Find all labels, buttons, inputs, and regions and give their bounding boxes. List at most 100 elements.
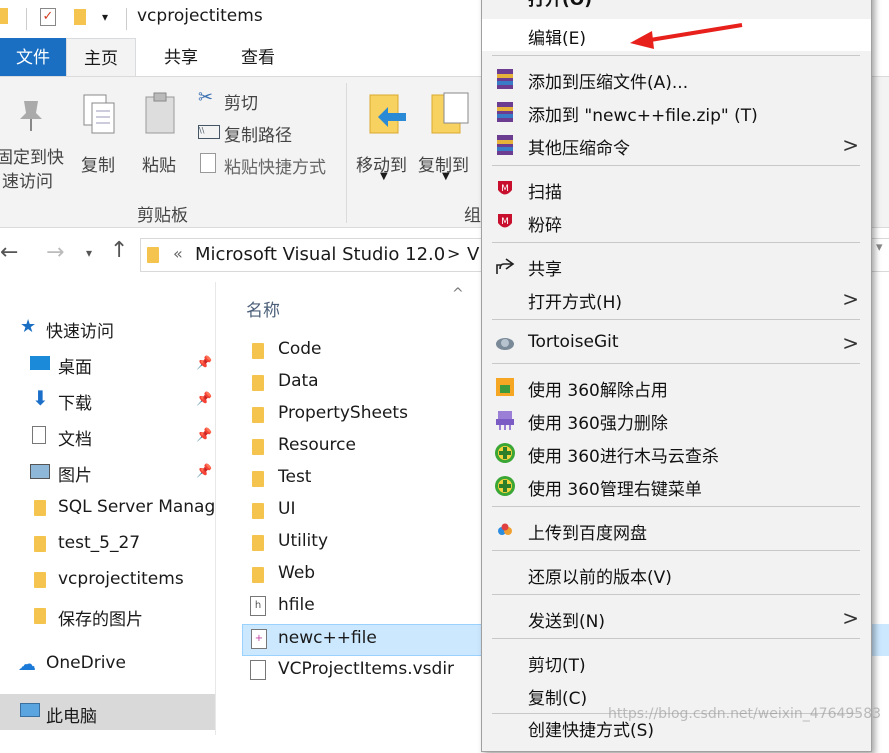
nav-item-pictures[interactable]: 图片 📌 bbox=[0, 458, 215, 488]
copy-button[interactable]: 复制 bbox=[78, 85, 124, 176]
menu-item-add-to-zip[interactable]: 添加到 "newc++file.zip" (T) bbox=[482, 96, 871, 128]
folder-icon bbox=[34, 608, 46, 624]
tortoisegit-icon bbox=[496, 338, 514, 350]
chevron-down-icon[interactable]: ▾ bbox=[876, 240, 889, 270]
list-item[interactable]: PropertySheets bbox=[242, 400, 482, 430]
menu-item-tortoisegit[interactable]: TortoiseGit > bbox=[482, 327, 871, 359]
menu-item-send-to[interactable]: 发送到(N) > bbox=[482, 602, 871, 634]
cut-button[interactable]: ✂ 剪切 bbox=[198, 87, 338, 114]
menu-item-edit[interactable]: 编辑(E) bbox=[482, 19, 871, 51]
list-item-selected[interactable]: + newc++file bbox=[242, 624, 482, 656]
recent-locations-icon[interactable]: ▾ bbox=[86, 246, 92, 260]
menu-item-create-shortcut[interactable]: 创建快捷方式(S) bbox=[482, 721, 871, 753]
document-icon bbox=[32, 426, 46, 444]
nav-item-this-pc[interactable]: 此电脑 bbox=[0, 694, 215, 730]
menu-label: 打开方式(H) bbox=[528, 293, 623, 313]
move-to-button[interactable]: 移动到 ▼ bbox=[354, 85, 414, 182]
list-item[interactable]: Test bbox=[242, 464, 482, 494]
list-item[interactable]: UI bbox=[242, 496, 482, 526]
360-plus-icon bbox=[495, 476, 515, 496]
breadcrumb-chevron[interactable]: > bbox=[447, 244, 460, 263]
tab-view[interactable]: 查看 bbox=[226, 38, 290, 76]
star-icon: ★ bbox=[20, 316, 37, 337]
tab-share[interactable]: 共享 bbox=[136, 38, 226, 76]
new-folder-icon[interactable] bbox=[74, 9, 86, 25]
nav-item-folder[interactable]: test_5_27 bbox=[0, 530, 215, 560]
nav-label: 图片 bbox=[58, 466, 92, 486]
pin-icon[interactable]: 📌 bbox=[196, 464, 212, 479]
menu-item-other-compress[interactable]: 其他压缩命令 > bbox=[482, 129, 871, 161]
selected-row-edge bbox=[870, 624, 889, 656]
menu-item-scan[interactable]: M 扫描 bbox=[482, 173, 871, 205]
folder-icon bbox=[147, 247, 159, 263]
breadcrumb-overflow[interactable]: « bbox=[173, 244, 183, 263]
breadcrumb-item[interactable]: V bbox=[467, 244, 479, 265]
tab-file[interactable]: 文件 bbox=[0, 38, 66, 76]
breadcrumb-item[interactable]: Microsoft Visual Studio 12.0 bbox=[195, 244, 445, 265]
move-to-icon bbox=[369, 94, 406, 134]
menu-item-add-to-archive[interactable]: 添加到压缩文件(A)... bbox=[482, 63, 871, 95]
list-item[interactable]: h hfile bbox=[242, 592, 482, 622]
menu-item-360-manage-menu[interactable]: 使用 360管理右键菜单 bbox=[482, 470, 871, 502]
menu-label: 使用 360管理右键菜单 bbox=[528, 480, 702, 500]
folder-icon bbox=[34, 572, 46, 588]
pin-icon[interactable]: 📌 bbox=[196, 392, 212, 407]
list-item[interactable]: VCProjectItems.vsdir bbox=[242, 656, 482, 686]
context-menu: 打开(O) 编辑(E) 添加到压缩文件(A)... 添加到 "newc++fil… bbox=[481, 0, 872, 752]
menu-item-cut[interactable]: 剪切(T) bbox=[482, 646, 871, 678]
nav-item-quick-access[interactable]: ★ 快速访问 bbox=[0, 314, 215, 344]
menu-item-upload-baidu[interactable]: 上传到百度网盘 bbox=[482, 514, 871, 546]
menu-item-360-unlock[interactable]: 使用 360解除占用 bbox=[482, 371, 871, 403]
copy-to-button[interactable]: 复制到 ▼ bbox=[416, 85, 478, 182]
file-icon bbox=[250, 660, 266, 680]
menu-separator bbox=[492, 550, 860, 551]
properties-icon[interactable]: ✓ bbox=[40, 8, 56, 26]
list-item[interactable]: Data bbox=[242, 368, 482, 398]
nav-label: 桌面 bbox=[58, 358, 92, 378]
nav-item-downloads[interactable]: ⬇ 下载 📌 bbox=[0, 386, 215, 416]
nav-item-onedrive[interactable]: ☁ OneDrive bbox=[0, 650, 215, 680]
chevron-down-icon: ▼ bbox=[380, 171, 388, 182]
back-icon[interactable]: ← bbox=[0, 240, 18, 265]
menu-item-360-trojan-scan[interactable]: 使用 360进行木马云查杀 bbox=[482, 437, 871, 469]
list-item[interactable]: Resource bbox=[242, 432, 482, 462]
folder-icon bbox=[252, 343, 264, 359]
nav-label: 此电脑 bbox=[46, 707, 97, 727]
menu-item-360-force-delete[interactable]: 使用 360强力删除 bbox=[482, 404, 871, 436]
list-item[interactable]: Code bbox=[242, 336, 482, 366]
file-name: Utility bbox=[278, 531, 329, 551]
pin-icon bbox=[20, 101, 42, 131]
menu-item-open-with[interactable]: 打开方式(H) > bbox=[482, 283, 871, 315]
pin-icon[interactable]: 📌 bbox=[196, 356, 212, 371]
nav-label: OneDrive bbox=[46, 653, 126, 673]
nav-item-folder[interactable]: SQL Server Manag bbox=[0, 494, 215, 524]
tab-home[interactable]: 主页 bbox=[66, 38, 136, 76]
nav-item-desktop[interactable]: 桌面 📌 bbox=[0, 350, 215, 380]
menu-item-restore-versions[interactable]: 还原以前的版本(V) bbox=[482, 558, 871, 590]
nav-item-folder[interactable]: 保存的图片 bbox=[0, 602, 215, 632]
menu-label: 打开(O) bbox=[528, 0, 592, 10]
winrar-icon bbox=[497, 102, 513, 122]
list-item[interactable]: Utility bbox=[242, 528, 482, 558]
copy-icon bbox=[83, 94, 115, 134]
menu-item-shred[interactable]: M 粉碎 bbox=[482, 206, 871, 238]
menu-label: 使用 360强力删除 bbox=[528, 414, 668, 434]
nav-item-folder[interactable]: vcprojectitems bbox=[0, 566, 215, 596]
share-icon bbox=[496, 258, 515, 274]
name-column-header[interactable]: 名称 ^ bbox=[246, 286, 476, 322]
menu-separator bbox=[492, 319, 860, 320]
menu-label: 剪切(T) bbox=[528, 656, 586, 676]
copy-path-icon: \\ bbox=[198, 125, 220, 139]
copy-path-button[interactable]: \\ 复制路径 bbox=[198, 119, 338, 146]
menu-item-share[interactable]: 共享 bbox=[482, 250, 871, 282]
forward-icon[interactable]: → bbox=[46, 240, 64, 265]
pin-icon[interactable]: 📌 bbox=[196, 428, 212, 443]
up-icon[interactable]: ↑ bbox=[110, 238, 128, 263]
list-item[interactable]: Web bbox=[242, 560, 482, 590]
nav-item-documents[interactable]: 文档 📌 bbox=[0, 422, 215, 452]
paste-button[interactable]: 粘贴 bbox=[138, 85, 188, 176]
pin-to-quick-access-button[interactable]: 固定到快 速访问 bbox=[0, 85, 72, 195]
customize-toolbar-icon[interactable]: ▾ bbox=[102, 10, 108, 24]
paste-shortcut-button[interactable]: 粘贴快捷方式 bbox=[198, 151, 338, 178]
divider bbox=[346, 83, 347, 223]
